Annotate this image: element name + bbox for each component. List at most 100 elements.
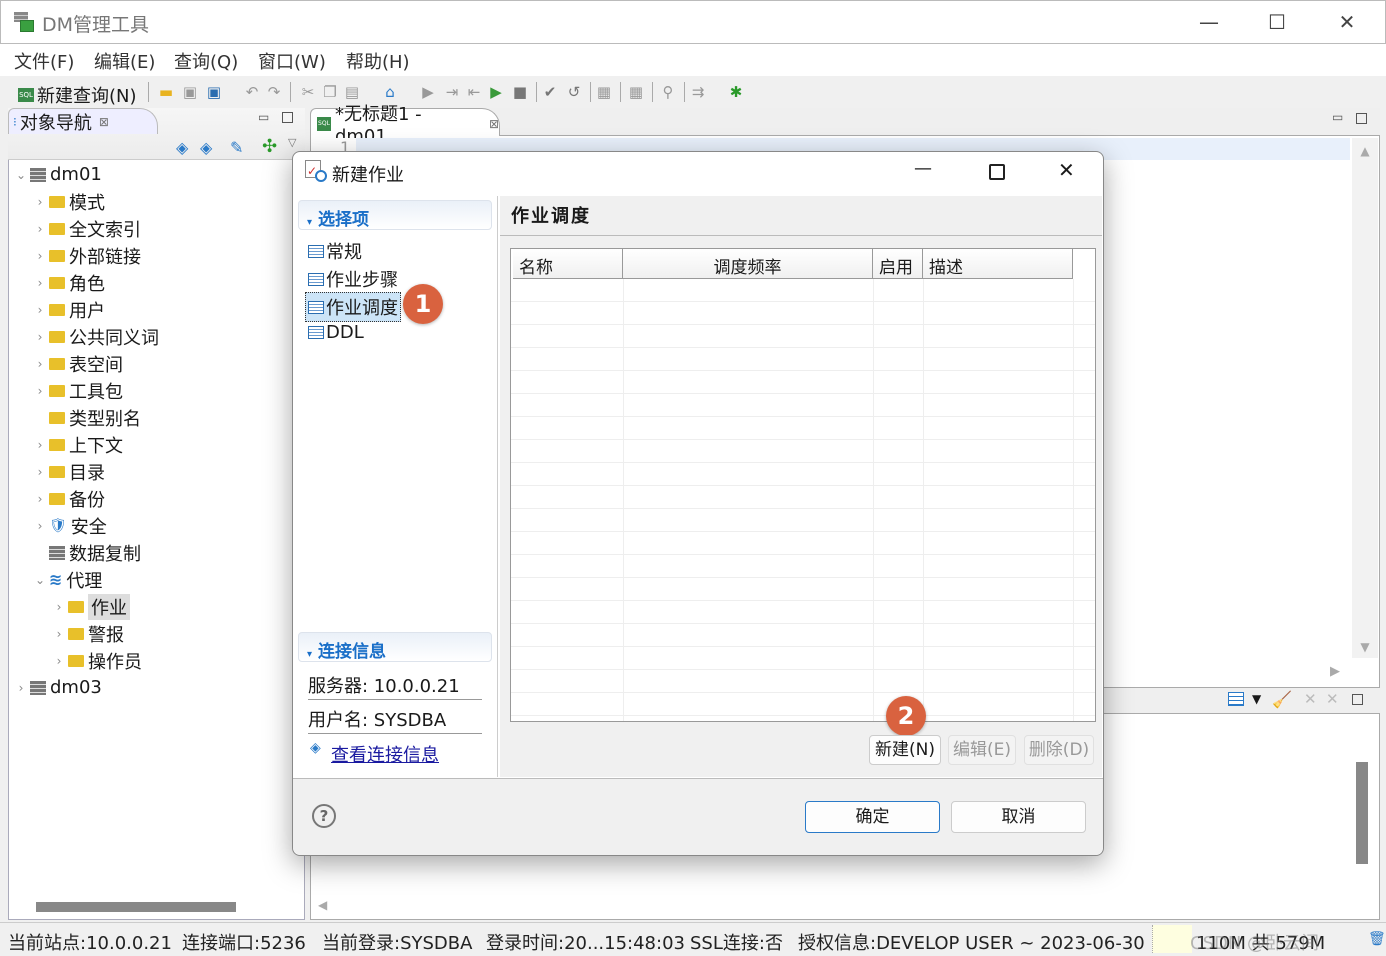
column-header-frequency[interactable]: 调度频率 [623, 249, 873, 279]
menu-edit[interactable]: 编辑(E) [94, 48, 155, 74]
find-icon[interactable]: ⚲ [658, 82, 678, 102]
edit-schedule-button[interactable]: 编辑(E) [948, 735, 1016, 765]
remove-launch-icon[interactable]: ✕ [1304, 690, 1317, 708]
minimize-button[interactable]: — [1186, 8, 1232, 36]
chevron-right-icon[interactable]: › [33, 222, 47, 236]
close-button[interactable]: ✕ [1324, 8, 1370, 36]
chevron-right-icon[interactable]: › [33, 357, 47, 371]
connect-icon[interactable]: ◈ [176, 138, 188, 157]
table-row[interactable] [511, 463, 1095, 486]
tree-item[interactable]: › 工具包 [14, 377, 299, 404]
tree-item[interactable]: › 公共同义词 [14, 323, 299, 350]
menu-file[interactable]: 文件(F) [14, 48, 74, 74]
chevron-right-icon[interactable]: › [33, 519, 47, 533]
new-schedule-button[interactable]: 新建(N) [869, 735, 941, 765]
maximize-console-icon[interactable] [1352, 694, 1363, 705]
section-options-header[interactable]: ▾ 选择项 [298, 200, 492, 230]
tree-item[interactable]: ⌄ dm01 [14, 161, 299, 188]
edit-icon[interactable]: ✎ [230, 138, 243, 157]
run-icon[interactable]: ▶ [418, 82, 438, 102]
stop-icon[interactable]: ■ [510, 82, 530, 102]
save-all-icon[interactable]: ▣ [204, 82, 224, 102]
table-row[interactable] [511, 325, 1095, 348]
tree-item[interactable]: › 角色 [14, 269, 299, 296]
rollback-icon[interactable]: ↺ [564, 82, 584, 102]
table-row[interactable] [511, 302, 1095, 325]
tree-item[interactable]: › 表空间 [14, 350, 299, 377]
tree-item[interactable]: ⌄ ≋ 代理 [14, 566, 299, 593]
scroll-left-icon[interactable]: ◀ [318, 898, 327, 912]
delete-schedule-button[interactable]: 删除(D) [1024, 735, 1094, 765]
tree-item[interactable]: › 目录 [14, 458, 299, 485]
chevron-right-icon[interactable]: › [33, 303, 47, 317]
chevron-right-icon[interactable]: › [33, 465, 47, 479]
chevron-right-icon[interactable]: › [33, 492, 47, 506]
dialog-close-button[interactable]: ✕ [1058, 158, 1075, 182]
help-icon[interactable]: ? [312, 804, 336, 828]
schedule-icon[interactable]: ▦ [626, 82, 646, 102]
close-tab-icon[interactable]: ⊠ [489, 117, 499, 131]
home-icon[interactable]: ⌂ [380, 82, 400, 102]
minimize-view-icon[interactable]: ▭ [258, 110, 269, 124]
column-header-name[interactable]: 名称 [513, 249, 623, 279]
table-row[interactable] [511, 394, 1095, 417]
run-script-icon[interactable]: ▶ [486, 82, 506, 102]
menu-query[interactable]: 查询(Q) [174, 48, 238, 74]
chevron-right-icon[interactable]: › [52, 627, 66, 641]
garbage-collect-icon[interactable]: 🗑 [1368, 931, 1386, 947]
copy-icon[interactable]: ❐ [320, 82, 340, 102]
clear-console-icon[interactable]: 🧹 [1272, 690, 1292, 709]
table-row[interactable] [511, 578, 1095, 601]
section-connection-header[interactable]: ▾ 连接信息 [298, 632, 492, 662]
view-menu-icon[interactable]: ▽ [288, 136, 296, 149]
table-row[interactable] [511, 348, 1095, 371]
tree-item[interactable]: › 外部链接 [14, 242, 299, 269]
tree-item[interactable]: › 全文索引 [14, 215, 299, 242]
chevron-right-icon[interactable]: › [33, 276, 47, 290]
run-step-icon[interactable]: ⇤ [464, 82, 484, 102]
table-row[interactable] [511, 279, 1095, 302]
run-selected-icon[interactable]: ⇥ [442, 82, 462, 102]
option-job-steps[interactable]: 作业步骤 [308, 266, 398, 292]
minimize-editor-icon[interactable]: ▭ [1332, 110, 1343, 124]
table-row[interactable] [511, 647, 1095, 670]
option-general[interactable]: 常规 [308, 238, 362, 264]
table-row[interactable] [511, 532, 1095, 555]
cut-icon[interactable]: ✂ [298, 82, 318, 102]
chevron-right-icon[interactable]: › [33, 249, 47, 263]
tree-item[interactable]: 数据复制 [14, 539, 299, 566]
table-row[interactable] [511, 371, 1095, 394]
commit-icon[interactable]: ✔ [540, 82, 560, 102]
disconnect-icon[interactable]: ◈ [200, 138, 212, 157]
tree-item[interactable]: › 警报 [14, 620, 299, 647]
chevron-right-icon[interactable]: › [52, 600, 66, 614]
tree-item[interactable]: › 上下文 [14, 431, 299, 458]
table-row[interactable] [511, 440, 1095, 463]
scroll-down-icon[interactable]: ▼ [1352, 640, 1378, 654]
chevron-right-icon[interactable]: › [33, 384, 47, 398]
chevron-right-icon[interactable]: › [33, 330, 47, 344]
maximize-button[interactable]: ☐ [1254, 8, 1300, 36]
tab-object-navigator[interactable]: ⁝ 对象导航 ⊠ [8, 108, 158, 134]
schedule-table[interactable]: 名称 调度频率 启用 描述 [510, 248, 1096, 722]
navigator-hscrollbar-thumb[interactable] [36, 902, 236, 912]
table-row[interactable] [511, 486, 1095, 509]
maximize-editor-icon[interactable] [1356, 113, 1367, 124]
table-row[interactable] [511, 601, 1095, 624]
table-row[interactable] [511, 509, 1095, 532]
console-display-icon[interactable] [1228, 692, 1244, 706]
debug-icon[interactable]: ✱ [726, 82, 746, 102]
tree-item[interactable]: › 模式 [14, 188, 299, 215]
tree-item[interactable]: › 🛡 安全 [14, 512, 299, 539]
close-tab-icon[interactable]: ⊠ [99, 115, 109, 129]
column-header-enabled[interactable]: 启用 [873, 249, 923, 279]
tree-item[interactable]: › 备份 [14, 485, 299, 512]
open-folder-icon[interactable]: ▬ [156, 82, 176, 102]
table-row[interactable] [511, 417, 1095, 440]
tree-item[interactable]: › 用户 [14, 296, 299, 323]
save-icon[interactable]: ▣ [180, 82, 200, 102]
scroll-up-icon[interactable]: ▲ [1352, 144, 1378, 158]
tree-item[interactable]: › dm03 [14, 674, 299, 701]
new-query-button[interactable]: SQL 新建查询(N) [18, 82, 137, 108]
expand-all-icon[interactable]: ✣ [262, 136, 277, 157]
